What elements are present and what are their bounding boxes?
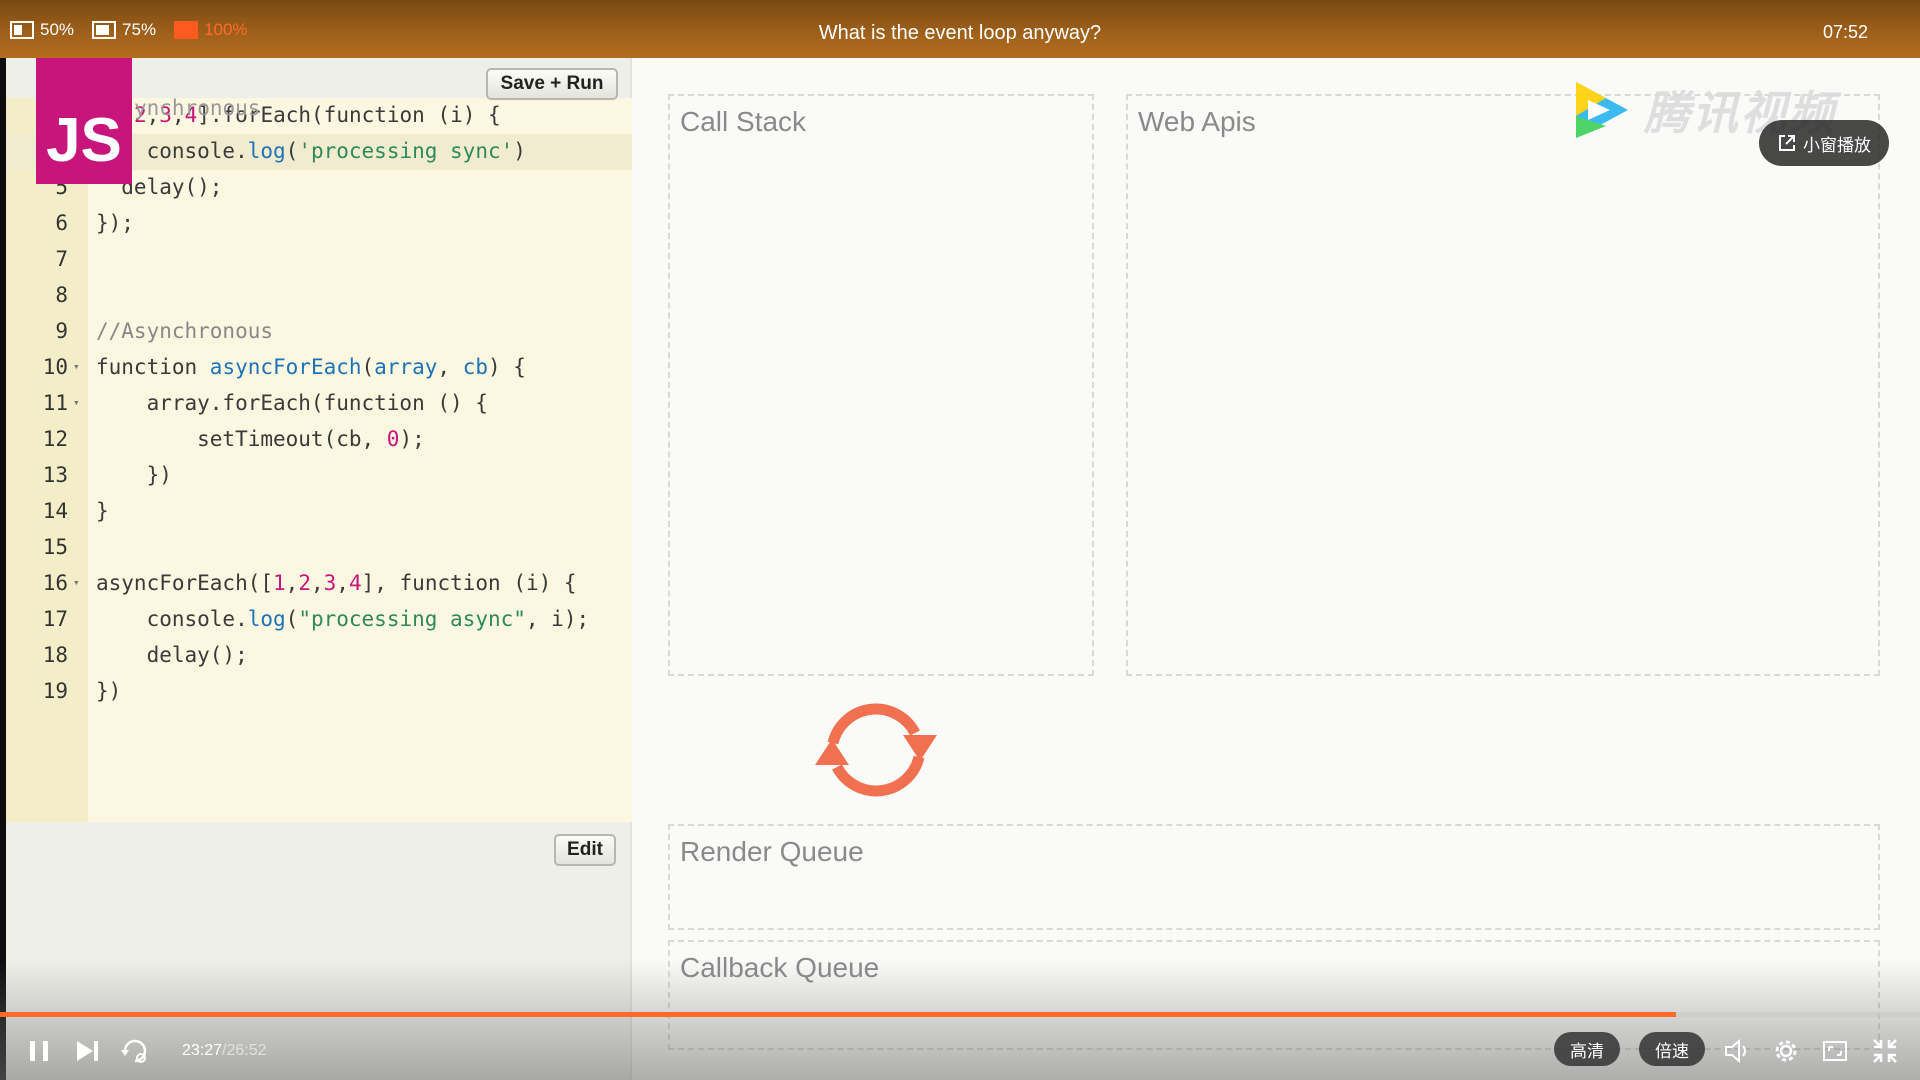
playback-time: 23:27/26:52 (182, 1042, 267, 1060)
mini-window-label: 小窗播放 (1803, 135, 1871, 155)
line-number: 18 (42, 643, 68, 667)
code-text: function asyncForEach(array, cb) { (96, 355, 526, 379)
code-text: array.forEach(function () { (96, 391, 488, 415)
code-line[interactable]: 9 //Asynchronous (6, 314, 632, 350)
progress-fill (0, 1012, 1677, 1017)
code-line[interactable]: 15 (6, 530, 632, 566)
code-text: }); (96, 211, 134, 235)
progress-bar[interactable] (0, 1012, 1920, 1017)
line-number: 16 (42, 571, 68, 595)
code-text: //Asynchronous (96, 319, 274, 343)
line-number: 9 (55, 319, 68, 343)
fullscreen-window-icon[interactable] (1820, 1036, 1850, 1066)
video-title: What is the event loop anyway? (818, 22, 1102, 44)
video-frame[interactable]: 3▾[1,2,3,4].forEach(function (i) {4 cons… (6, 58, 1920, 1080)
clock: 07:52 (1822, 22, 1868, 42)
edit-button[interactable]: Edit (554, 834, 616, 866)
web-apis-label: Web Apis (1138, 106, 1256, 137)
exit-fullscreen-icon[interactable] (1870, 1036, 1900, 1066)
refresh-icon (815, 703, 937, 797)
call-stack-label: Call Stack (680, 106, 807, 137)
code-line[interactable]: 19}) (6, 674, 632, 710)
speed-button[interactable]: 倍速 (1639, 1032, 1705, 1066)
settings-icon[interactable] (1771, 1036, 1801, 1066)
web-apis-panel: Web Apis (1126, 94, 1880, 676)
code-editor: 3▾[1,2,3,4].forEach(function (i) {4 cons… (6, 98, 632, 822)
code-line[interactable]: 10 ▾ function asyncForEach(array, cb) { (6, 350, 632, 386)
fold-arrow-icon[interactable]: ▾ (73, 360, 80, 373)
line-number: 6 (55, 211, 68, 235)
volume-icon[interactable] (1722, 1036, 1752, 1066)
fold-arrow-icon[interactable]: ▾ (73, 396, 80, 409)
line-number: 11 (42, 391, 68, 415)
code-line[interactable]: 12 setTimeout(cb, 0); (6, 422, 632, 458)
player-controls (0, 960, 1920, 1080)
call-stack-panel: Call Stack (668, 94, 1094, 676)
code-line[interactable]: 16 ▾ asyncForEach([1,2,3,4], function (i) … (6, 566, 632, 602)
line-number: 10 (42, 355, 68, 379)
code-text: console.log('processing sync') (96, 139, 526, 163)
code-text: asyncForEach([1,2,3,4], function (i) { (96, 571, 577, 595)
line-number: 7 (55, 247, 68, 271)
quality-button[interactable]: 高清 (1554, 1032, 1620, 1066)
code-line[interactable]: 13 }) (6, 458, 632, 494)
top-bar: 50% 75% 100% What is the event loop anyw… (0, 0, 1920, 58)
code-line[interactable]: 8 (6, 278, 632, 314)
code-line[interactable]: 6}); (6, 206, 632, 242)
code-editor-pane: 3▾[1,2,3,4].forEach(function (i) {4 cons… (6, 58, 632, 1080)
total-time: /26:52 (222, 1042, 267, 1059)
next-icon[interactable] (72, 1036, 102, 1066)
line-number: 17 (42, 607, 68, 631)
js-logo: JS (36, 58, 132, 184)
line-number: 15 (42, 535, 68, 559)
code-line[interactable]: 7 (6, 242, 632, 278)
fold-arrow-icon[interactable]: ▾ (73, 576, 80, 589)
code-text: }) (96, 679, 122, 703)
current-time: 23:27 (182, 1042, 223, 1059)
line-number: 12 (42, 427, 68, 451)
line-number: 13 (42, 463, 68, 487)
mini-window-button[interactable]: 小窗播放 (1759, 120, 1889, 166)
code-text: setTimeout(cb, 0); (96, 427, 425, 451)
play-logo-icon (1576, 82, 1628, 138)
pause-icon[interactable] (24, 1036, 54, 1066)
code-line[interactable]: 14} (6, 494, 632, 530)
save-run-button[interactable]: Save + Run (486, 68, 618, 100)
line-number: 8 (55, 283, 68, 307)
code-text: console.log("processing async", i); (96, 607, 590, 631)
loop-icon[interactable] (120, 1036, 150, 1066)
line-number: 14 (42, 499, 68, 523)
heading-fragment: ynchronous (134, 96, 261, 120)
render-queue-label: Render Queue (680, 836, 864, 867)
line-number: 19 (42, 679, 68, 703)
code-text: delay(); (96, 643, 248, 667)
code-text: } (96, 499, 109, 523)
code-text: }) (96, 463, 172, 487)
code-line[interactable]: 11 ▾ array.forEach(function () { (6, 386, 632, 422)
code-line[interactable]: 18 delay(); (6, 638, 632, 674)
external-window-icon (1779, 135, 1795, 151)
render-queue-panel: Render Queue (668, 824, 1880, 930)
code-line[interactable]: 17 console.log("processing async", i); (6, 602, 632, 638)
